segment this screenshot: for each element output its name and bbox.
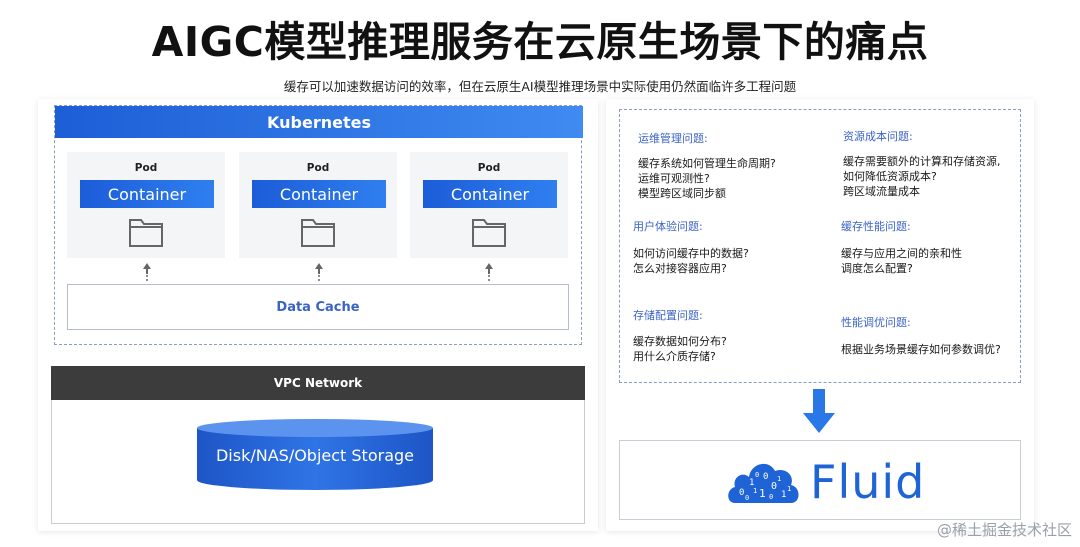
issue-line: 缓存需要额外的计算和存储资源,	[843, 155, 1001, 168]
issue-line: 缓存系统如何管理生命周期?	[638, 157, 776, 170]
logo-digit: 1	[781, 490, 786, 500]
down-arrow-icon	[803, 389, 835, 433]
fluid-wordmark: Fluid	[810, 455, 926, 509]
up-arrow-icon	[315, 263, 323, 281]
issue-text-perf: 缓存与应用之间的亲和性 调度怎么配置?	[841, 246, 962, 276]
storage-cylinder: Disk/NAS/Object Storage	[196, 418, 434, 492]
up-arrow-icon	[485, 263, 493, 281]
issue-text-ux: 如何访问缓存中的数据? 怎么对接容器应用?	[633, 246, 749, 276]
issue-text-storage: 缓存数据如何分布? 用什么介质存储?	[633, 334, 727, 364]
slide: AIGC模型推理服务在云原生场景下的痛点 缓存可以加速数据访问的效率，但在云原生…	[0, 0, 1080, 547]
pod-label: Pod	[477, 162, 501, 174]
pod-3: Pod Container	[410, 152, 568, 258]
logo-digit: 0	[739, 488, 744, 498]
fluid-box: 0 1 1 0 0 1 0 1 0 1 1 0 Fluid	[619, 440, 1021, 520]
folder-icon	[301, 219, 335, 247]
issue-title-perf: 缓存性能问题:	[841, 220, 911, 233]
logo-digit: 0	[755, 471, 759, 479]
folder-icon	[472, 219, 506, 247]
logo-digit: 0	[763, 472, 768, 482]
page-title: AIGC模型推理服务在云原生场景下的痛点	[151, 18, 929, 66]
watermark: @稀土掘金技术社区	[936, 521, 1072, 539]
pod-2: Pod Container	[239, 152, 397, 258]
pod-label: Pod	[306, 162, 330, 174]
storage-label: Disk/NAS/Object Storage	[215, 446, 414, 465]
issue-line: 用什么介质存储?	[633, 350, 716, 363]
container-block: Container	[423, 180, 557, 208]
pod-1: Pod Container	[67, 152, 225, 258]
pain-points-panel: 运维管理问题: 缓存系统如何管理生命周期? 运维可观测性? 模型跨区域同步额 资…	[606, 99, 1034, 531]
logo-digit: 1	[759, 487, 766, 500]
issue-line: 运维可观测性?	[638, 172, 710, 185]
issue-line: 缓存数据如何分布?	[633, 335, 727, 348]
vpc-network-body: Disk/NAS/Object Storage	[51, 400, 585, 524]
kubernetes-header: Kubernetes	[55, 106, 583, 138]
kubernetes-cluster: Kubernetes Pod Container Pod Container P…	[54, 105, 583, 345]
logo-digit: 1	[777, 475, 781, 483]
issue-line: 调度怎么配置?	[841, 262, 913, 275]
logo-digit: 0	[769, 493, 773, 501]
container-block: Container	[252, 180, 386, 208]
issue-title-storage: 存储配置问题:	[633, 309, 703, 322]
issue-line: 缓存与应用之间的亲和性	[841, 247, 962, 260]
issue-line: 跨区域流量成本	[843, 185, 920, 198]
logo-digit: 1	[787, 485, 791, 493]
vpc-network-header: VPC Network	[51, 366, 585, 400]
issue-line: 模型跨区域同步额	[638, 187, 726, 200]
fluid-cloud-logo-icon: 0 1 1 0 0 1 0 1 0 1 1 0	[728, 463, 799, 503]
pod-label: Pod	[134, 162, 158, 174]
up-arrow-icon	[143, 263, 151, 281]
issue-line: 如何访问缓存中的数据?	[633, 247, 749, 260]
issue-line: 如何降低资源成本?	[843, 170, 937, 183]
issue-text-ops: 缓存系统如何管理生命周期? 运维可观测性? 模型跨区域同步额	[638, 156, 776, 201]
issue-title-cost: 资源成本问题:	[843, 130, 913, 143]
logo-digit: 1	[753, 487, 757, 495]
data-cache-block: Data Cache	[67, 284, 569, 330]
issue-title-ops: 运维管理问题:	[638, 132, 708, 145]
issue-text-tuning: 根据业务场景缓存如何参数调优?	[841, 342, 1001, 357]
issue-line: 怎么对接容器应用?	[633, 262, 727, 275]
issue-text-cost: 缓存需要额外的计算和存储资源, 如何降低资源成本? 跨区域流量成本	[843, 154, 1001, 199]
logo-digit: 0	[745, 494, 749, 502]
issue-line: 根据业务场景缓存如何参数调优?	[841, 343, 1001, 356]
issue-title-ux: 用户体验问题:	[633, 220, 703, 233]
page-subtitle: 缓存可以加速数据访问的效率，但在云原生AI模型推理场景中实际使用仍然面临许多工程…	[283, 79, 797, 94]
architecture-panel: Kubernetes Pod Container Pod Container P…	[38, 99, 598, 531]
folder-icon	[129, 219, 163, 247]
pain-points-box: 运维管理问题: 缓存系统如何管理生命周期? 运维可观测性? 模型跨区域同步额 资…	[619, 109, 1021, 383]
container-block: Container	[80, 180, 214, 208]
issue-title-tuning: 性能调优问题:	[841, 316, 911, 329]
